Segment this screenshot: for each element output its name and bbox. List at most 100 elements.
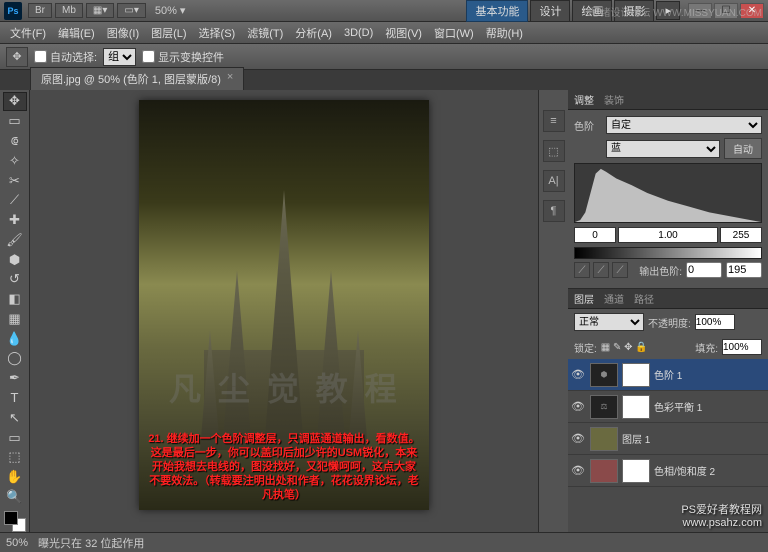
layers-tab[interactable]: 图层 (574, 291, 594, 306)
menu-window[interactable]: 窗口(W) (428, 22, 480, 44)
opacity-input[interactable] (695, 314, 735, 330)
eraser-tool[interactable]: ◧ (3, 290, 27, 309)
document-image: 凡 尘 觉 教 程 21. 继续加一个色阶调整层，只调蓝通道输出，看数值。 这是… (139, 100, 429, 510)
swatches-icon[interactable]: ⬚ (543, 140, 565, 162)
fill-label: 填充: (695, 340, 718, 355)
collapsed-panels: ≡ ⬚ A| ¶ (538, 90, 568, 532)
layer-mask[interactable] (622, 459, 650, 483)
output-gradient[interactable] (574, 247, 762, 259)
menu-help[interactable]: 帮助(H) (480, 22, 529, 44)
layers-panel: 正常 不透明度: 锁定: ▦ ✎ ✥ 🔒 填充: 👁 ⬢ 色阶 1 👁 (568, 309, 768, 532)
layer-mask[interactable] (622, 395, 650, 419)
menu-bar: 文件(F) 编辑(E) 图像(I) 图层(L) 选择(S) 滤镜(T) 分析(A… (0, 22, 768, 44)
menu-select[interactable]: 选择(S) (193, 22, 242, 44)
canvas-watermark: 凡 尘 觉 教 程 (169, 364, 401, 410)
blur-tool[interactable]: 💧 (3, 329, 27, 348)
autoselect-checkbox[interactable]: 自动选择: (34, 49, 97, 65)
visibility-icon[interactable]: 👁 (570, 432, 586, 445)
dodge-tool[interactable]: ◯ (3, 349, 27, 368)
move-tool-icon[interactable]: ✥ (6, 47, 28, 67)
layer-thumb[interactable]: ⬢ (590, 363, 618, 387)
input-black[interactable] (574, 227, 616, 243)
shape-tool[interactable]: ▭ (3, 428, 27, 447)
channel-select[interactable]: 蓝 (606, 140, 720, 158)
input-white[interactable] (720, 227, 762, 243)
visibility-icon[interactable]: 👁 (570, 400, 586, 413)
eyedrop-gray-icon[interactable]: ⟋ (593, 262, 609, 278)
workspace-design[interactable]: 设计 (530, 0, 570, 22)
marquee-tool[interactable]: ▭ (3, 112, 27, 131)
menu-layer[interactable]: 图层(L) (145, 22, 192, 44)
status-info: 曝光只在 32 位起作用 (38, 535, 144, 551)
history-brush-tool[interactable]: ↺ (3, 270, 27, 289)
eyedropper-tool[interactable]: ⟋ (3, 191, 27, 210)
screenmode-button[interactable]: ▭▾ (117, 3, 145, 18)
adjustments-tab[interactable]: 调整 (574, 92, 594, 107)
workspace-essentials[interactable]: 基本功能 (466, 0, 528, 22)
menu-view[interactable]: 视图(V) (379, 22, 428, 44)
input-mid[interactable] (618, 227, 718, 243)
masks-tab[interactable]: 装饰 (604, 92, 624, 107)
output-label: 输出色阶: (639, 263, 682, 278)
eyedrop-white-icon[interactable]: ⟋ (612, 262, 628, 278)
layer-thumb[interactable]: ⚖ (590, 395, 618, 419)
layer-thumb[interactable] (590, 459, 618, 483)
canvas[interactable]: 凡 尘 觉 教 程 21. 继续加一个色阶调整层，只调蓝通道输出，看数值。 这是… (30, 90, 538, 532)
layer-row[interactable]: 👁 色相/饱和度 2 (568, 455, 768, 487)
menu-edit[interactable]: 编辑(E) (52, 22, 101, 44)
menu-analysis[interactable]: 分析(A) (289, 22, 338, 44)
blend-mode[interactable]: 正常 (574, 313, 644, 331)
stamp-tool[interactable]: ⬢ (3, 250, 27, 269)
opacity-label: 不透明度: (648, 315, 691, 330)
move-tool[interactable]: ✥ (3, 92, 27, 111)
auto-button[interactable]: 自动 (724, 138, 762, 159)
preset-select[interactable]: 自定 (606, 116, 762, 134)
histogram (574, 163, 762, 223)
channels-tab[interactable]: 通道 (604, 291, 624, 306)
type-tool[interactable]: T (3, 389, 27, 408)
brush-tool[interactable]: 🖌 (3, 230, 27, 249)
layer-thumb[interactable] (590, 427, 618, 451)
menu-image[interactable]: 图像(I) (101, 22, 145, 44)
history-icon[interactable]: ≡ (543, 110, 565, 132)
document-tab[interactable]: 原图.jpg @ 50% (色阶 1, 图层蒙版/8) × (30, 67, 244, 90)
tab-close-icon[interactable]: × (227, 71, 233, 87)
lock-label: 锁定: (574, 340, 597, 355)
status-zoom[interactable]: 50% (6, 537, 28, 549)
zoom-tool[interactable]: 🔍 (3, 487, 27, 506)
3d-tool[interactable]: ⬚ (3, 448, 27, 467)
zoom-level[interactable]: 50% ▾ (155, 4, 186, 17)
heal-tool[interactable]: ✚ (3, 211, 27, 230)
layer-row[interactable]: 👁 ⚖ 色彩平衡 1 (568, 391, 768, 423)
eyedrop-black-icon[interactable]: ⟋ (574, 262, 590, 278)
menu-3d[interactable]: 3D(D) (338, 24, 379, 42)
layer-row[interactable]: 👁 ⬢ 色阶 1 (568, 359, 768, 391)
color-swatch[interactable] (4, 511, 26, 532)
wand-tool[interactable]: ✧ (3, 151, 27, 170)
view-extras-button[interactable]: ▦▾ (86, 3, 114, 18)
hand-tool[interactable]: ✋ (3, 468, 27, 487)
fill-input[interactable] (722, 339, 762, 355)
output-white[interactable] (726, 262, 762, 278)
layer-mask[interactable] (622, 363, 650, 387)
ps-icon: Ps (4, 2, 22, 20)
menu-filter[interactable]: 滤镜(T) (241, 22, 289, 44)
menu-file[interactable]: 文件(F) (4, 22, 52, 44)
lasso-tool[interactable]: ⟃ (3, 132, 27, 151)
crop-tool[interactable]: ✂ (3, 171, 27, 190)
visibility-icon[interactable]: 👁 (570, 464, 586, 477)
autoselect-target[interactable]: 组 (103, 48, 136, 66)
paths-tab[interactable]: 路径 (634, 291, 654, 306)
levels-label: 色阶 (574, 118, 602, 133)
minibridge-button[interactable]: Mb (55, 3, 83, 18)
bridge-button[interactable]: Br (28, 3, 52, 18)
output-black[interactable] (686, 262, 722, 278)
visibility-icon[interactable]: 👁 (570, 368, 586, 381)
path-tool[interactable]: ↖ (3, 408, 27, 427)
gradient-tool[interactable]: ▦ (3, 310, 27, 329)
layer-row[interactable]: 👁 图层 1 (568, 423, 768, 455)
char-icon[interactable]: A| (543, 170, 565, 192)
transform-checkbox[interactable]: 显示变换控件 (142, 49, 224, 65)
pen-tool[interactable]: ✒ (3, 369, 27, 388)
para-icon[interactable]: ¶ (543, 200, 565, 222)
